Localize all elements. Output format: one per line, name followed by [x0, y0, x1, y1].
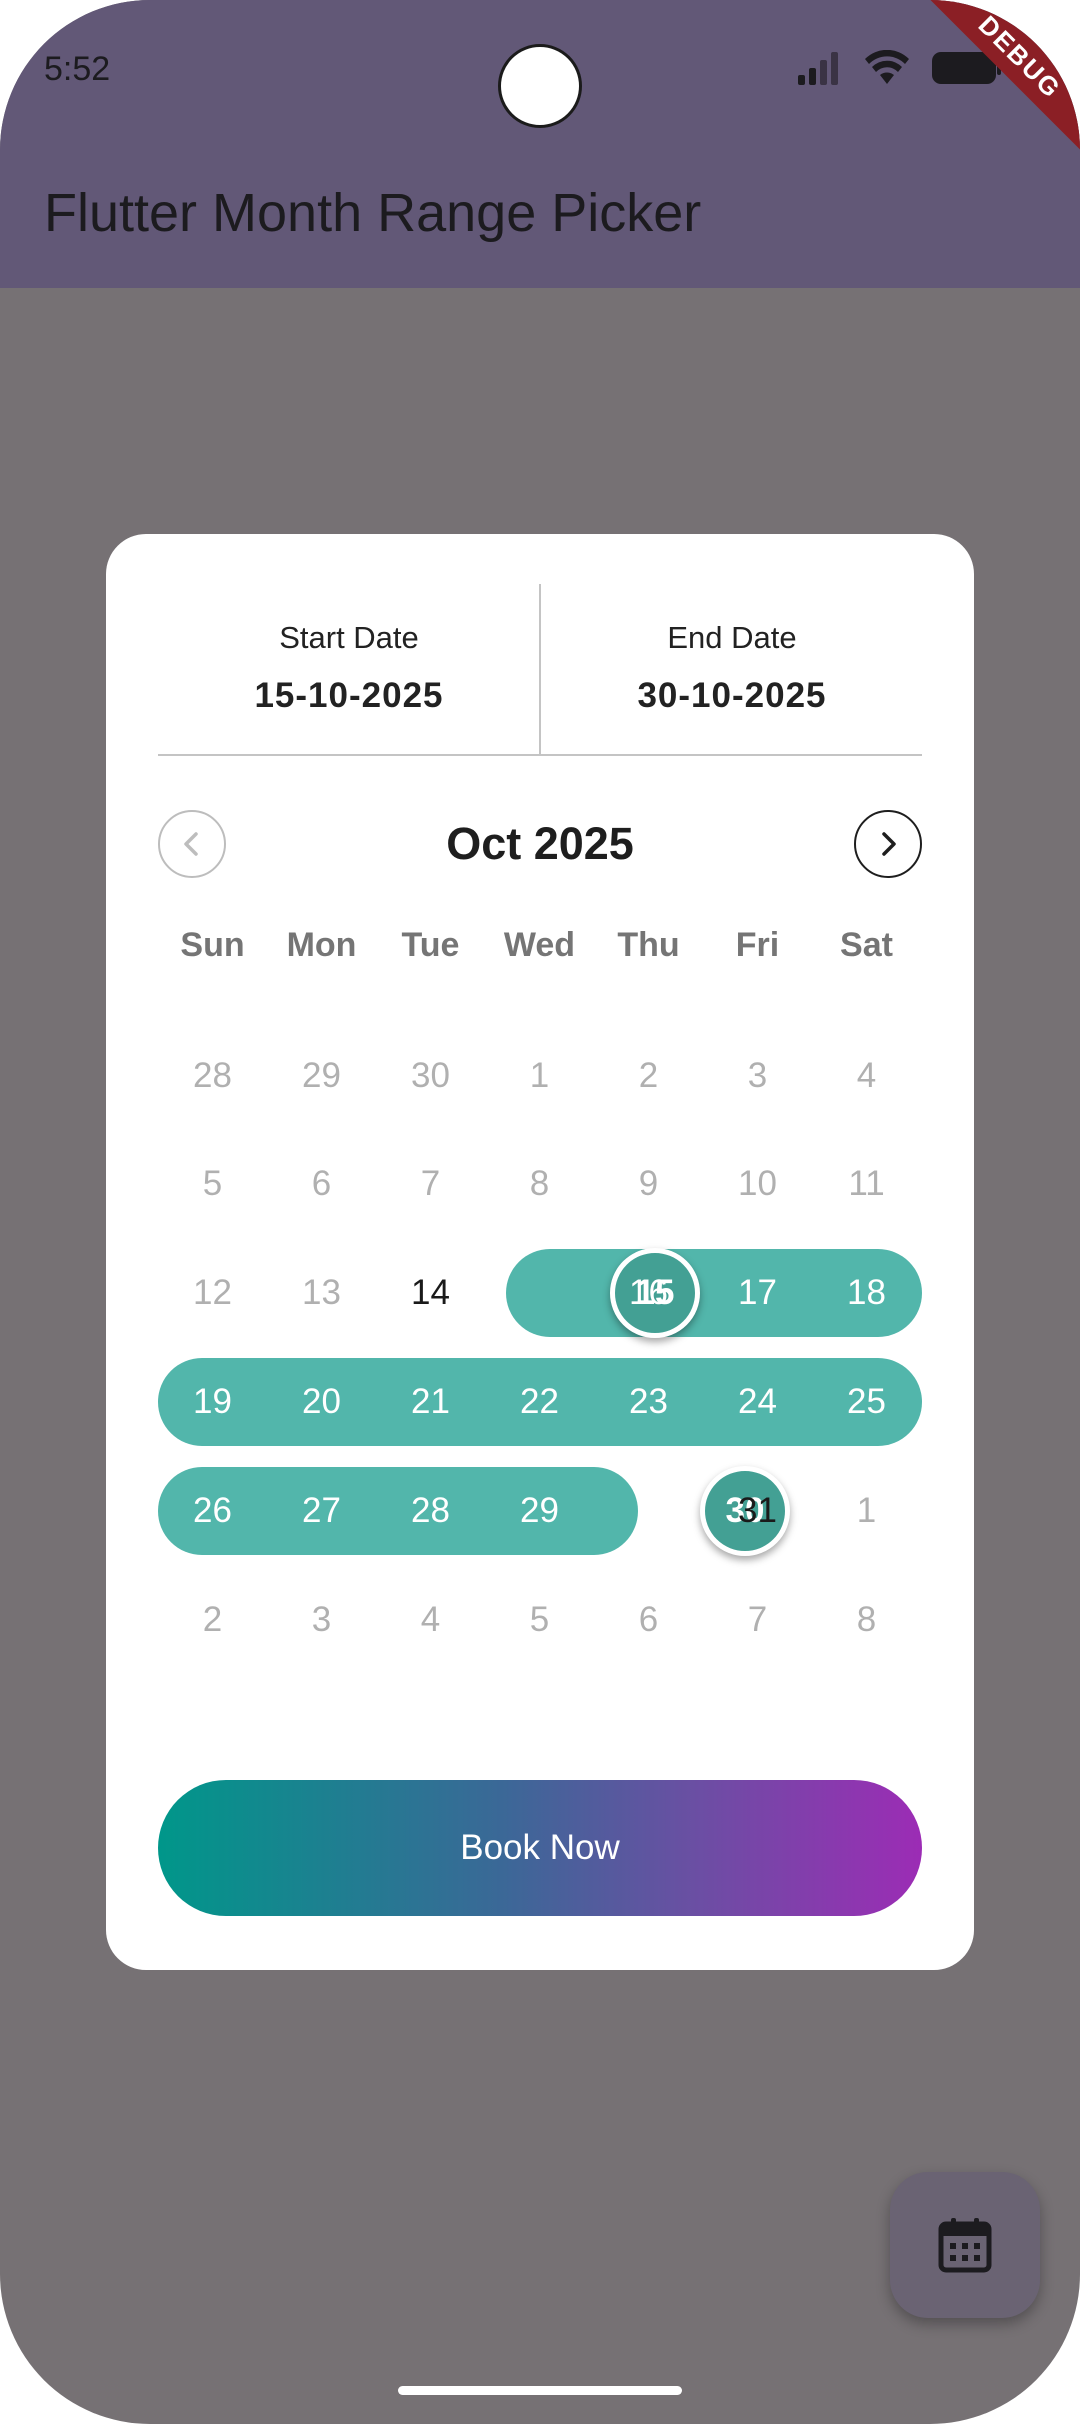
calendar-day[interactable]: 3 — [703, 1032, 812, 1120]
calendar-day[interactable]: 5 — [158, 1140, 267, 1228]
date-range-picker-card: Start Date 15-10-2025 End Date 30-10-202… — [106, 534, 974, 1970]
status-icons — [798, 50, 1002, 86]
calendar-day[interactable]: 30 — [376, 1032, 485, 1120]
calendar-day[interactable]: 4 — [812, 1032, 921, 1120]
calendar-day[interactable]: 1 — [812, 1467, 921, 1555]
calendar-fab-button[interactable] — [890, 2172, 1040, 2318]
calendar-day[interactable]: 8 — [812, 1576, 921, 1664]
calendar-day-in-range[interactable]: 21 — [376, 1358, 485, 1446]
calendar-day[interactable]: 7 — [376, 1140, 485, 1228]
calendar-day[interactable]: 6 — [267, 1140, 376, 1228]
calendar-day-in-range[interactable]: 26 — [158, 1467, 267, 1555]
calendar-day[interactable]: 2 — [594, 1032, 703, 1120]
calendar-day-in-range[interactable]: 20 — [267, 1358, 376, 1446]
calendar-day-in-range[interactable]: 16 — [594, 1249, 703, 1337]
month-title: Oct 2025 — [446, 818, 634, 869]
camera-cutout — [498, 44, 582, 128]
wifi-icon — [865, 50, 909, 84]
calendar-day[interactable]: 4 — [376, 1576, 485, 1664]
calendar-day[interactable]: 3 — [267, 1576, 376, 1664]
next-month-button[interactable] — [854, 810, 922, 878]
phone-screen: 5:52 DEBUG Flutter Month Range Picker St… — [0, 0, 1080, 2424]
calendar-day-in-range[interactable]: 27 — [267, 1467, 376, 1555]
calendar-day[interactable]: 28 — [158, 1032, 267, 1120]
start-date-value: 15-10-2025 — [254, 676, 444, 715]
end-date-section[interactable]: End Date 30-10-2025 — [541, 584, 923, 716]
calendar-day-in-range[interactable]: 24 — [703, 1358, 812, 1446]
calendar-day[interactable]: 31 — [703, 1467, 812, 1555]
weekday-mon: Mon — [286, 926, 357, 964]
book-now-button[interactable]: Book Now — [158, 1780, 922, 1916]
chevron-right-icon — [882, 832, 896, 856]
calendar-day[interactable]: 13 — [267, 1249, 376, 1337]
calendar-day[interactable]: 29 — [267, 1032, 376, 1120]
app-title: Flutter Month Range Picker — [44, 183, 702, 243]
calendar-day[interactable]: 8 — [485, 1140, 594, 1228]
calendar-day-in-range[interactable]: 22 — [485, 1358, 594, 1446]
weekday-sat: Sat — [840, 926, 893, 964]
calendar-day[interactable]: 11 — [812, 1140, 921, 1228]
end-date-label: End Date — [667, 620, 797, 655]
app-bar: 5:52 DEBUG Flutter Month Range Picker — [0, 0, 1080, 288]
calendar-day-in-range[interactable]: 19 — [158, 1358, 267, 1446]
weekday-sun: Sun — [180, 926, 245, 964]
calendar-icon — [938, 2218, 992, 2273]
calendar-day-in-range[interactable]: 23 — [594, 1358, 703, 1446]
home-indicator[interactable] — [398, 2386, 682, 2395]
calendar-day[interactable]: 6 — [594, 1576, 703, 1664]
weekday-fri: Fri — [735, 926, 780, 964]
calendar-day-in-range[interactable]: 17 — [703, 1249, 812, 1337]
end-date-value: 30-10-2025 — [637, 676, 827, 715]
calendar-day[interactable]: 7 — [703, 1576, 812, 1664]
calendar-day-in-range[interactable]: 29 — [485, 1467, 594, 1555]
start-date-label: Start Date — [279, 620, 419, 655]
calendar-day[interactable]: 1 — [485, 1032, 594, 1120]
weekday-tue: Tue — [401, 926, 460, 964]
calendar-day-in-range[interactable]: 25 — [812, 1358, 921, 1446]
calendar-day[interactable]: 14 — [376, 1249, 485, 1337]
calendar-day[interactable]: 12 — [158, 1249, 267, 1337]
calendar-day[interactable]: 5 — [485, 1576, 594, 1664]
calendar-day-in-range[interactable]: 28 — [376, 1467, 485, 1555]
calendar-day[interactable]: 9 — [594, 1140, 703, 1228]
weekday-wed: Wed — [503, 926, 576, 964]
selected-range-header: Start Date 15-10-2025 End Date 30-10-202… — [158, 584, 922, 756]
calendar-day[interactable]: 10 — [703, 1140, 812, 1228]
start-date-section[interactable]: Start Date 15-10-2025 — [158, 584, 540, 716]
calendar-day-in-range[interactable]: 18 — [812, 1249, 921, 1337]
status-time: 5:52 — [44, 50, 111, 88]
signal-icon — [798, 52, 838, 85]
calendar-day[interactable]: 2 — [158, 1576, 267, 1664]
weekday-thu: Thu — [617, 926, 680, 964]
